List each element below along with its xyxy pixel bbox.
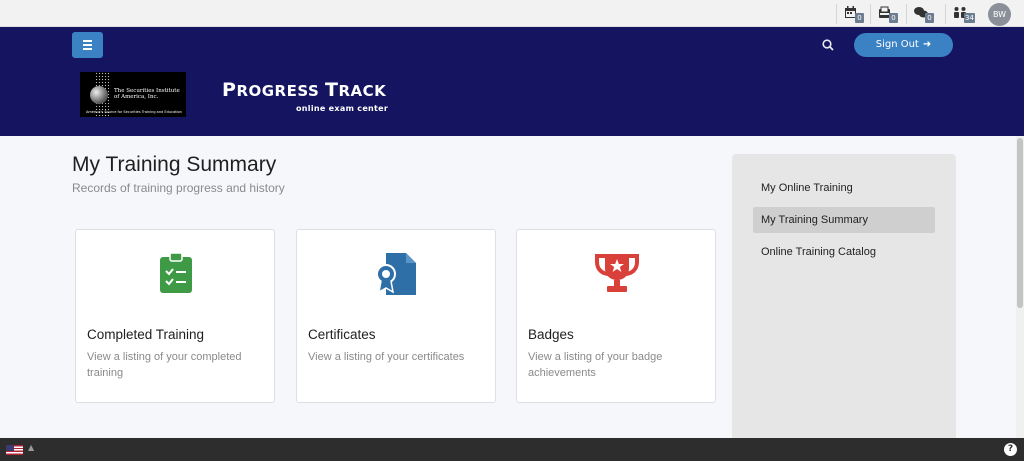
logo-line-2: of America, Inc. bbox=[114, 94, 159, 100]
card-description: View a listing of your certificates bbox=[308, 351, 465, 363]
certificates-card[interactable]: Certificates View a listing of your cert… bbox=[296, 229, 496, 403]
logo-tagline: America's Source for Securities Training… bbox=[86, 110, 182, 114]
brand-subtitle: online exam center bbox=[296, 104, 389, 113]
chat-count: 0 bbox=[925, 13, 934, 23]
page-title: My Training Summary bbox=[72, 153, 277, 176]
page-subtitle: Records of training progress and history bbox=[72, 181, 285, 195]
card-description: View a listing of your badge achievement… bbox=[528, 351, 663, 379]
brand-title-rogress: ROGRESS bbox=[236, 82, 326, 100]
brand-title-t: T bbox=[325, 79, 339, 101]
card-title: Certificates bbox=[308, 327, 376, 342]
sign-out-button[interactable]: Sign Out ➜ bbox=[854, 33, 953, 57]
card-title: Badges bbox=[528, 327, 574, 342]
menu-toggle-button[interactable] bbox=[72, 32, 103, 58]
user-avatar[interactable]: BW bbox=[988, 3, 1011, 26]
users-button[interactable]: 34 bbox=[945, 4, 979, 24]
sign-out-label: Sign Out bbox=[875, 39, 919, 50]
training-sidebar: My Online Training My Training Summary O… bbox=[732, 154, 956, 444]
sidebar-item-my-online-training[interactable]: My Online Training bbox=[753, 175, 935, 201]
clipboard-check-icon bbox=[160, 252, 192, 293]
us-flag-icon[interactable] bbox=[6, 445, 23, 455]
scrollbar-thumb[interactable] bbox=[1017, 138, 1023, 308]
calendar-count: 0 bbox=[855, 13, 864, 23]
bottom-bar: ▲ ? bbox=[0, 438, 1024, 461]
calendar-button[interactable]: 0 bbox=[836, 4, 864, 24]
certificate-icon bbox=[376, 253, 416, 295]
search-icon[interactable] bbox=[822, 39, 834, 51]
sign-out-icon: ➜ bbox=[922, 39, 932, 50]
help-icon[interactable]: ? bbox=[1004, 443, 1017, 456]
inbox-count: 0 bbox=[889, 13, 898, 23]
globe-icon bbox=[90, 86, 108, 104]
brand-title: PROGRESS TRACK bbox=[222, 79, 386, 101]
site-header: Sign Out ➜ The Securities Institute of Am… bbox=[0, 27, 1024, 136]
top-utility-bar: 0 0 0 34 BW bbox=[0, 0, 1024, 27]
completed-training-card[interactable]: Completed Training View a listing of you… bbox=[75, 229, 275, 403]
card-description: View a listing of your completed trainin… bbox=[87, 351, 242, 379]
inbox-button[interactable]: 0 bbox=[870, 4, 898, 24]
card-title: Completed Training bbox=[87, 327, 205, 342]
sidebar-item-online-training-catalog[interactable]: Online Training Catalog bbox=[753, 239, 935, 265]
sidebar-item-my-training-summary[interactable]: My Training Summary bbox=[753, 207, 935, 233]
brand-title-rack: RACK bbox=[338, 82, 387, 100]
caret-up-icon[interactable]: ▲ bbox=[28, 443, 34, 452]
institute-logo[interactable]: The Securities Institute of America, Inc… bbox=[80, 72, 186, 117]
page-scrollbar[interactable] bbox=[1016, 136, 1024, 438]
trophy-icon bbox=[595, 254, 639, 292]
brand-title-p: P bbox=[222, 79, 237, 101]
badges-card[interactable]: Badges View a listing of your badge achi… bbox=[516, 229, 716, 403]
users-count: 34 bbox=[964, 13, 975, 23]
chat-button[interactable]: 0 bbox=[906, 4, 934, 24]
